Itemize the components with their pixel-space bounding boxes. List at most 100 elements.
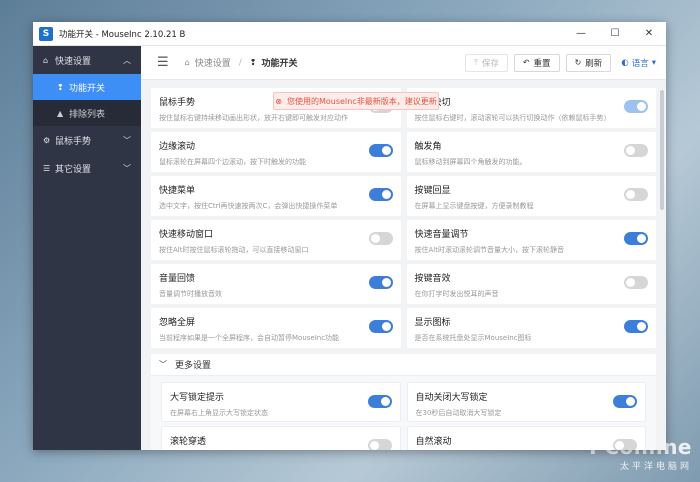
setting-toggle[interactable]	[368, 276, 393, 289]
sidebar-item-exclude-list[interactable]: ▲ 排除列表	[33, 100, 141, 126]
list-icon: ☰	[43, 163, 51, 173]
setting-toggle[interactable]	[624, 188, 648, 201]
save-label: 保存	[481, 58, 499, 69]
main-panel: ☰ ⌂ 快速设置 / ❢ 功能开关 ⤒ 保存 ↶ 重置 ↻ 刷新 ◐ 语言 ▾ …	[141, 46, 666, 450]
setting-description: 在30秒后自动取消大写锁定	[415, 409, 502, 417]
setting-toggle[interactable]	[624, 276, 648, 289]
chevron-up-icon: ︿	[123, 55, 131, 65]
header: ☰ ⌂ 快速设置 / ❢ 功能开关 ⤒ 保存 ↶ 重置 ↻ 刷新 ◐ 语言 ▾	[141, 46, 666, 80]
setting-title: 快捷菜单	[159, 186, 196, 196]
save-button[interactable]: ⤒ 保存	[465, 53, 508, 72]
sidebar-group-other-settings[interactable]: ☰ 其它设置 ﹀	[33, 154, 141, 182]
setting-toggle[interactable]	[624, 100, 648, 113]
setting-description: 鼠标移动到屏幕四个角触发的功能。	[414, 158, 527, 166]
sidebar-group-label: 其它设置	[55, 164, 92, 175]
setting-card: 自动关闭大写锁定在30秒后自动取消大写锁定	[406, 382, 646, 422]
window-title: 功能开关 - MouseInc 2.10.21 B	[59, 29, 186, 40]
setting-title: 音量回馈	[159, 274, 196, 284]
setting-toggle[interactable]	[367, 395, 392, 408]
setting-title: 触发角	[414, 142, 442, 152]
setting-toggle[interactable]	[624, 320, 648, 333]
reset-label: 重置	[533, 58, 551, 69]
home-icon: ⌂	[184, 58, 190, 67]
setting-title: 显示图标	[414, 318, 451, 328]
setting-description: 按住鼠标右键时，滚动滚轮可以执行切换动作（依赖鼠标手势）	[414, 114, 611, 122]
setting-toggle[interactable]	[367, 439, 392, 450]
more-settings-header[interactable]: ﹀ 更多设置	[151, 354, 656, 376]
more-settings-section: ﹀ 更多设置 大写锁定提示在屏幕右上角显示大写锁定状态 自动关闭大写锁定在30秒后…	[151, 354, 656, 450]
setting-title: 自动关闭大写锁定	[415, 393, 488, 403]
setting-toggle[interactable]	[368, 320, 393, 333]
update-notice: ⊗ 您使用的MouseInc非最新版本，建议更新	[273, 92, 439, 110]
setting-title: 快速音量调节	[414, 230, 469, 240]
breadcrumb: ⌂ 快速设置 / ❢ 功能开关	[184, 56, 298, 70]
app-window: S 功能开关 - MouseInc 2.10.21 B — ☐ ✕ ⌂ 快速设置…	[33, 22, 666, 450]
setting-toggle[interactable]	[368, 232, 393, 245]
gear-icon: ⚙	[43, 135, 51, 145]
sidebar-item-label: 排除列表	[69, 109, 106, 120]
language-dropdown[interactable]: ◐ 语言 ▾	[621, 57, 656, 69]
sidebar-item-feature-switch[interactable]: ❢ 功能开关	[33, 74, 141, 100]
settings-content: 鼠标手势按住鼠标右键持续移动画出形状，放开右键即可触发对应动作滚轮快切按住鼠标右…	[151, 88, 656, 450]
home-icon: ⌂	[43, 55, 49, 65]
setting-card: 按键回显 在屏幕上显示键盘按键，方便录制教程	[406, 176, 656, 216]
chevron-down-icon: ﹀	[123, 163, 131, 173]
more-settings-grid: 大写锁定提示在屏幕右上角显示大写锁定状态 自动关闭大写锁定在30秒后自动取消大写锁…	[161, 382, 646, 450]
refresh-button[interactable]: ↻ 刷新	[565, 53, 612, 72]
switch-icon: ❢	[57, 82, 64, 92]
setting-toggle[interactable]	[613, 439, 637, 450]
setting-description: 鼠标滚轮在屏幕四个边滚动，按下时触发的功能	[159, 158, 306, 166]
language-label: 语言	[631, 58, 649, 69]
minimize-button[interactable]: —	[564, 22, 598, 46]
setting-description: 音量调节时播放音效	[159, 290, 222, 298]
setting-card: 显示图标 是否在系统托盘处显示MouseInc图标	[406, 308, 656, 348]
setting-description: 在屏幕右上角显示大写锁定状态	[170, 409, 268, 417]
sidebar-group-label: 快速设置	[55, 56, 92, 67]
setting-title: 按键回显	[414, 186, 451, 196]
setting-title: 滚轮快切	[415, 95, 649, 108]
setting-title: 滚轮穿透	[170, 437, 207, 447]
setting-toggle[interactable]	[624, 232, 648, 245]
watermark-subtitle: 太平洋电脑网	[619, 462, 692, 472]
setting-description: 按住Alt时按住鼠标滚轮拖动，可以直接移动窗口	[159, 246, 309, 254]
setting-toggle[interactable]	[368, 188, 393, 201]
setting-description: 在你打字时发出悦耳的声音	[414, 290, 499, 298]
setting-card: 快捷菜单选中文字，按住Ctrl再快速按两次C，会弹出快捷操作菜单	[151, 176, 401, 216]
sidebar-group-quick-settings[interactable]: ⌂ 快速设置 ︿	[33, 46, 141, 74]
more-settings-title: 更多设置	[175, 361, 212, 371]
title-bar[interactable]: S 功能开关 - MouseInc 2.10.21 B — ☐ ✕	[33, 22, 666, 46]
setting-toggle[interactable]	[624, 144, 648, 157]
breadcrumb-separator: /	[238, 57, 242, 68]
refresh-label: 刷新	[585, 58, 603, 69]
app-logo-icon: S	[39, 26, 53, 41]
setting-title: 自然滚动	[415, 437, 452, 447]
setting-description: 当前程序如果是一个全屏程序，会自动暂停MouseInc功能	[159, 334, 340, 342]
switch-icon: ❢	[249, 58, 257, 67]
maximize-button[interactable]: ☐	[598, 22, 632, 46]
caret-down-icon: ▾	[651, 57, 656, 68]
close-button[interactable]: ✕	[632, 22, 666, 46]
setting-description: 按住Alt时滚动滚轮调节音量大小，按下滚轮静音	[414, 246, 564, 254]
update-notice-text: 您使用的MouseInc非最新版本，建议更新	[286, 96, 437, 106]
setting-title: 按键音效	[414, 274, 451, 284]
setting-toggle[interactable]	[613, 395, 637, 408]
scrollbar[interactable]	[660, 90, 664, 210]
breadcrumb-home[interactable]: 快速设置	[195, 56, 231, 69]
setting-description: 选中文字，按住Ctrl再快速按两次C，会弹出快捷操作菜单	[159, 202, 338, 210]
setting-card: 忽略全屏 当前程序如果是一个全屏程序，会自动暂停MouseInc功能	[151, 308, 401, 348]
chevron-down-icon: ﹀	[159, 360, 167, 369]
error-icon: ⊗	[275, 96, 282, 106]
setting-card: 触发角鼠标移动到屏幕四个角触发的功能。	[406, 132, 656, 172]
setting-title: 大写锁定提示	[170, 393, 225, 403]
setting-card: 自然滚动	[406, 426, 646, 450]
refresh-icon: ↻	[574, 58, 582, 67]
setting-card: 滚轮穿透	[161, 426, 401, 450]
settings-grid: 鼠标手势按住鼠标右键持续移动画出形状，放开右键即可触发对应动作滚轮快切按住鼠标右…	[151, 88, 656, 348]
sidebar-group-mouse-gesture[interactable]: ⚙ 鼠标手势 ﹀	[33, 126, 141, 154]
setting-card: 按键音效在你打字时发出悦耳的声音	[406, 264, 656, 304]
reset-button[interactable]: ↶ 重置	[513, 53, 560, 72]
setting-toggle[interactable]	[368, 144, 393, 157]
menu-icon[interactable]: ☰	[157, 55, 169, 70]
sidebar: ⌂ 快速设置 ︿ ❢ 功能开关 ▲ 排除列表 ⚙ 鼠标手势 ﹀ ☰ 其它设置 ﹀	[33, 46, 141, 450]
breadcrumb-current: 功能开关	[261, 59, 298, 69]
